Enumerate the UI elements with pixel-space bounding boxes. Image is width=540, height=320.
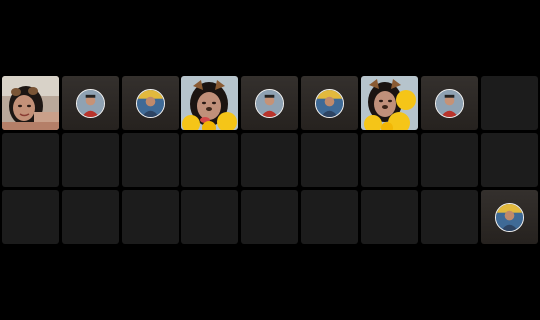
empty-tile <box>421 133 478 187</box>
participant-tile-camera[interactable] <box>2 76 59 130</box>
participant-tile-camera[interactable] <box>181 76 238 130</box>
participant-tile[interactable] <box>421 76 478 130</box>
empty-tile <box>361 133 418 187</box>
user-avatar-red-shirt-icon <box>255 88 284 118</box>
video-call-grid <box>0 0 540 320</box>
participant-panel-1 <box>2 76 180 244</box>
user-avatar-red-shirt-icon <box>76 88 105 118</box>
participant-panel-2 <box>181 76 359 244</box>
empty-tile <box>481 76 538 130</box>
empty-tile <box>122 190 179 244</box>
participant-tile[interactable] <box>481 190 538 244</box>
empty-tile <box>62 133 119 187</box>
user-avatar-red-shirt-icon <box>435 88 464 118</box>
empty-tile <box>241 190 298 244</box>
empty-tile <box>301 190 358 244</box>
user-avatar-flag-icon <box>315 88 344 118</box>
empty-tile <box>421 190 478 244</box>
empty-tile <box>481 133 538 187</box>
participant-tile[interactable] <box>301 76 358 130</box>
participant-tile-camera[interactable] <box>361 76 418 130</box>
empty-tile <box>241 133 298 187</box>
user-video-feed <box>2 76 59 130</box>
empty-tile <box>2 133 59 187</box>
empty-tile <box>181 190 238 244</box>
participant-tile[interactable] <box>241 76 298 130</box>
participant-tile[interactable] <box>122 76 179 130</box>
empty-tile <box>2 190 59 244</box>
user-avatar-flag-icon <box>495 202 524 232</box>
participant-panel-3 <box>361 76 539 244</box>
empty-tile <box>122 133 179 187</box>
empty-tile <box>62 190 119 244</box>
empty-tile <box>181 133 238 187</box>
user-video-feed-dog-filter <box>361 76 418 130</box>
participant-tile[interactable] <box>62 76 119 130</box>
empty-tile <box>361 190 418 244</box>
user-video-feed-dog-filter <box>181 76 238 130</box>
user-avatar-flag-icon <box>136 88 165 118</box>
empty-tile <box>301 133 358 187</box>
